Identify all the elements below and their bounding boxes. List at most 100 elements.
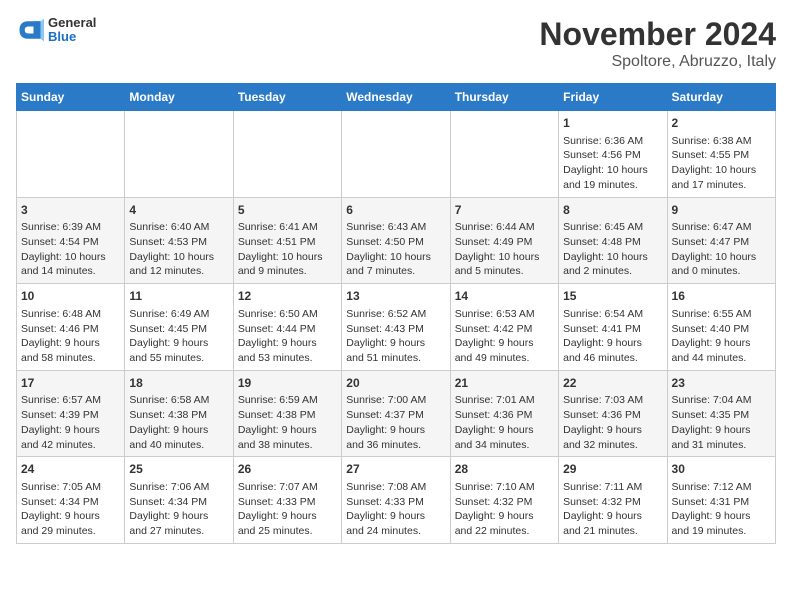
day-info: Sunrise: 6:53 AM Sunset: 4:42 PM Dayligh… [455, 307, 554, 366]
calendar-week-row: 24Sunrise: 7:05 AM Sunset: 4:34 PM Dayli… [17, 457, 776, 544]
calendar-cell: 20Sunrise: 7:00 AM Sunset: 4:37 PM Dayli… [342, 370, 450, 457]
calendar-cell: 9Sunrise: 6:47 AM Sunset: 4:47 PM Daylig… [667, 197, 775, 284]
calendar-cell: 30Sunrise: 7:12 AM Sunset: 4:31 PM Dayli… [667, 457, 775, 544]
day-number: 29 [563, 461, 662, 478]
calendar-cell: 27 Sunrise: 7:08 AM Sunset: 4:33 PM Dayli… [342, 457, 450, 544]
logo-blue: Blue [48, 30, 96, 44]
calendar-cell: 3Sunrise: 6:39 AM Sunset: 4:54 PM Daylig… [17, 197, 125, 284]
day-info: Sunrise: 7:00 AM Sunset: 4:37 PM Dayligh… [346, 393, 445, 452]
calendar-cell: 4Sunrise: 6:40 AM Sunset: 4:53 PM Daylig… [125, 197, 233, 284]
day-info: Sunrise: 6:44 AM Sunset: 4:49 PM Dayligh… [455, 220, 554, 279]
logo-icon [16, 16, 44, 44]
day-number: 4 [129, 202, 228, 219]
calendar-cell: 28 Sunrise: 7:10 AM Sunset: 4:32 PM Dayli… [450, 457, 558, 544]
day-info: Sunrise: 7:04 AM Sunset: 4:35 PM Dayligh… [672, 393, 771, 452]
page-header: General Blue November 2024 Spoltore, Abr… [16, 16, 776, 71]
weekday-header: Monday [125, 84, 233, 111]
day-info: Sunrise: 6:47 AM Sunset: 4:47 PM Dayligh… [672, 220, 771, 279]
calendar-cell: 17Sunrise: 6:57 AM Sunset: 4:39 PM Dayli… [17, 370, 125, 457]
calendar-table: SundayMondayTuesdayWednesdayThursdayFrid… [16, 83, 776, 544]
calendar-cell: 24Sunrise: 7:05 AM Sunset: 4:34 PM Dayli… [17, 457, 125, 544]
calendar-cell: 5Sunrise: 6:41 AM Sunset: 4:51 PM Daylig… [233, 197, 341, 284]
day-info: Sunrise: 6:43 AM Sunset: 4:50 PM Dayligh… [346, 220, 445, 279]
calendar-cell: 8Sunrise: 6:45 AM Sunset: 4:48 PM Daylig… [559, 197, 667, 284]
calendar-week-row: 17Sunrise: 6:57 AM Sunset: 4:39 PM Dayli… [17, 370, 776, 457]
day-info: Sunrise: 7:10 AM Sunset: 4:32 PM Dayligh… [455, 480, 554, 539]
calendar-cell: 19Sunrise: 6:59 AM Sunset: 4:38 PM Dayli… [233, 370, 341, 457]
day-number: 1 [563, 115, 662, 132]
day-info: Sunrise: 7:06 AM Sunset: 4:34 PM Dayligh… [129, 480, 228, 539]
weekday-header: Thursday [450, 84, 558, 111]
day-info: Sunrise: 6:48 AM Sunset: 4:46 PM Dayligh… [21, 307, 120, 366]
calendar-cell: 14 Sunrise: 6:53 AM Sunset: 4:42 PM Dayli… [450, 284, 558, 371]
calendar-cell: 16Sunrise: 6:55 AM Sunset: 4:40 PM Dayli… [667, 284, 775, 371]
calendar-cell [17, 111, 125, 198]
day-number: 9 [672, 202, 771, 219]
day-info: Sunrise: 6:39 AM Sunset: 4:54 PM Dayligh… [21, 220, 120, 279]
day-number: 21 [455, 375, 554, 392]
day-number: 19 [238, 375, 337, 392]
month-title: November 2024 [539, 16, 776, 53]
day-info: Sunrise: 7:08 AM Sunset: 4:33 PM Dayligh… [346, 480, 445, 539]
calendar-cell [450, 111, 558, 198]
calendar-week-row: 3Sunrise: 6:39 AM Sunset: 4:54 PM Daylig… [17, 197, 776, 284]
day-number: 16 [672, 288, 771, 305]
day-number: 28 [455, 461, 554, 478]
day-info: Sunrise: 7:11 AM Sunset: 4:32 PM Dayligh… [563, 480, 662, 539]
calendar-cell: 6Sunrise: 6:43 AM Sunset: 4:50 PM Daylig… [342, 197, 450, 284]
day-info: Sunrise: 6:58 AM Sunset: 4:38 PM Dayligh… [129, 393, 228, 452]
calendar-cell: 11 Sunrise: 6:49 AM Sunset: 4:45 PM Dayli… [125, 284, 233, 371]
day-number: 13 [346, 288, 445, 305]
location-subtitle: Spoltore, Abruzzo, Italy [539, 53, 776, 71]
calendar-cell [233, 111, 341, 198]
calendar-cell: 7Sunrise: 6:44 AM Sunset: 4:49 PM Daylig… [450, 197, 558, 284]
weekday-header: Saturday [667, 84, 775, 111]
day-info: Sunrise: 7:07 AM Sunset: 4:33 PM Dayligh… [238, 480, 337, 539]
day-number: 6 [346, 202, 445, 219]
weekday-header: Sunday [17, 84, 125, 111]
day-info: Sunrise: 6:54 AM Sunset: 4:41 PM Dayligh… [563, 307, 662, 366]
calendar-cell: 23Sunrise: 7:04 AM Sunset: 4:35 PM Dayli… [667, 370, 775, 457]
day-info: Sunrise: 6:40 AM Sunset: 4:53 PM Dayligh… [129, 220, 228, 279]
day-number: 26 [238, 461, 337, 478]
day-info: Sunrise: 6:59 AM Sunset: 4:38 PM Dayligh… [238, 393, 337, 452]
calendar-cell: 26 Sunrise: 7:07 AM Sunset: 4:33 PM Dayli… [233, 457, 341, 544]
logo: General Blue [16, 16, 96, 45]
calendar-cell: 13 Sunrise: 6:52 AM Sunset: 4:43 PM Dayli… [342, 284, 450, 371]
calendar-cell: 22Sunrise: 7:03 AM Sunset: 4:36 PM Dayli… [559, 370, 667, 457]
day-number: 11 [129, 288, 228, 305]
day-info: Sunrise: 6:38 AM Sunset: 4:55 PM Dayligh… [672, 134, 771, 193]
title-block: November 2024 Spoltore, Abruzzo, Italy [539, 16, 776, 71]
day-number: 27 [346, 461, 445, 478]
calendar-cell [125, 111, 233, 198]
day-info: Sunrise: 6:57 AM Sunset: 4:39 PM Dayligh… [21, 393, 120, 452]
day-info: Sunrise: 6:52 AM Sunset: 4:43 PM Dayligh… [346, 307, 445, 366]
day-number: 10 [21, 288, 120, 305]
day-info: Sunrise: 6:50 AM Sunset: 4:44 PM Dayligh… [238, 307, 337, 366]
calendar-cell: 10 Sunrise: 6:48 AM Sunset: 4:46 PM Dayli… [17, 284, 125, 371]
day-number: 3 [21, 202, 120, 219]
day-number: 5 [238, 202, 337, 219]
day-info: Sunrise: 6:36 AM Sunset: 4:56 PM Dayligh… [563, 134, 662, 193]
calendar-cell: 12Sunrise: 6:50 AM Sunset: 4:44 PM Dayli… [233, 284, 341, 371]
logo-text: General Blue [48, 16, 96, 45]
day-number: 30 [672, 461, 771, 478]
day-number: 25 [129, 461, 228, 478]
calendar-cell: 1 Sunrise: 6:36 AM Sunset: 4:56 PM Daylig… [559, 111, 667, 198]
day-number: 17 [21, 375, 120, 392]
day-info: Sunrise: 7:05 AM Sunset: 4:34 PM Dayligh… [21, 480, 120, 539]
day-number: 18 [129, 375, 228, 392]
calendar-week-row: 10 Sunrise: 6:48 AM Sunset: 4:46 PM Dayli… [17, 284, 776, 371]
weekday-header: Wednesday [342, 84, 450, 111]
day-number: 14 [455, 288, 554, 305]
day-info: Sunrise: 7:01 AM Sunset: 4:36 PM Dayligh… [455, 393, 554, 452]
calendar-cell [342, 111, 450, 198]
weekday-header: Friday [559, 84, 667, 111]
day-info: Sunrise: 6:49 AM Sunset: 4:45 PM Dayligh… [129, 307, 228, 366]
weekday-header: Tuesday [233, 84, 341, 111]
calendar-cell: 2 Sunrise: 6:38 AM Sunset: 4:55 PM Daylig… [667, 111, 775, 198]
day-number: 2 [672, 115, 771, 132]
calendar-cell: 25 Sunrise: 7:06 AM Sunset: 4:34 PM Dayli… [125, 457, 233, 544]
calendar-cell: 15Sunrise: 6:54 AM Sunset: 4:41 PM Dayli… [559, 284, 667, 371]
calendar-cell: 18Sunrise: 6:58 AM Sunset: 4:38 PM Dayli… [125, 370, 233, 457]
